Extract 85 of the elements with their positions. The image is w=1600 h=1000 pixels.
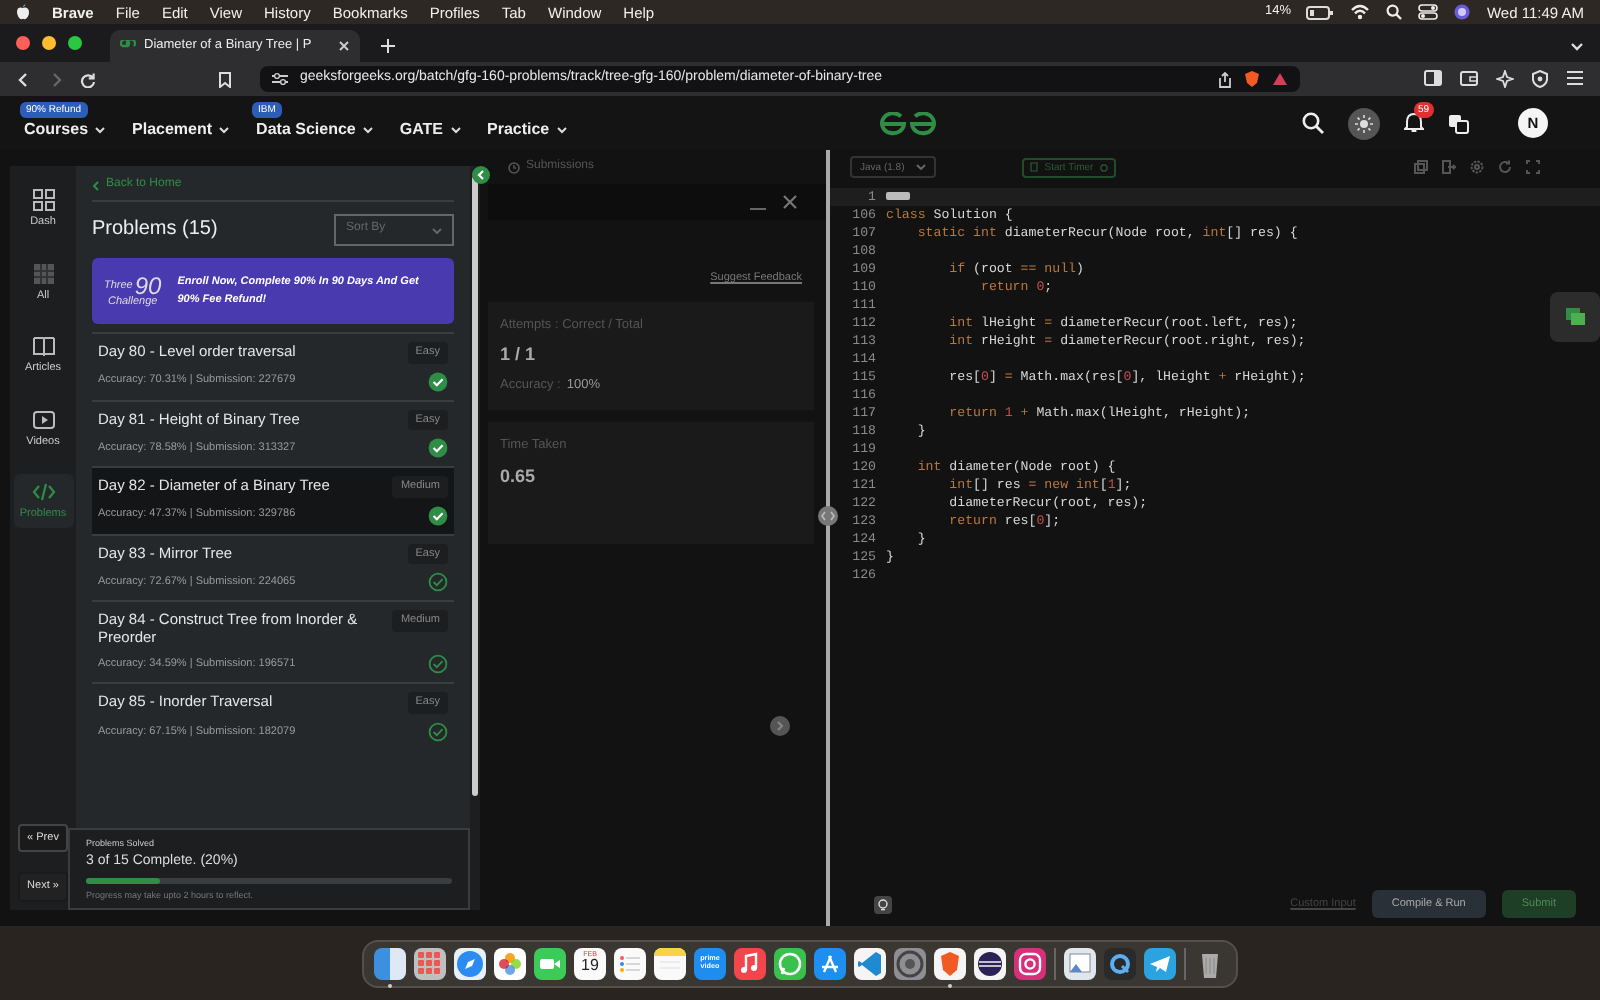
siri-icon[interactable] (1454, 4, 1471, 20)
app-icon[interactable] (1144, 947, 1176, 979)
wifi-icon[interactable] (1350, 4, 1371, 20)
app-icon[interactable] (774, 947, 806, 979)
search-icon[interactable] (1386, 4, 1403, 20)
chevron-down-icon (449, 125, 461, 133)
expand-button[interactable] (770, 716, 790, 736)
app-icon[interactable] (1064, 947, 1096, 979)
app-icon[interactable] (454, 947, 486, 979)
favicon-icon (120, 40, 136, 52)
apple-icon[interactable] (16, 4, 30, 20)
triangle-icon[interactable] (1272, 72, 1288, 86)
sparkle-icon[interactable] (1496, 70, 1514, 88)
problems-icon (31, 480, 55, 505)
collapse-button[interactable] (472, 166, 490, 184)
panel-title: Problems (15) (92, 218, 218, 242)
fold-marker[interactable] (886, 192, 910, 200)
caret-icon (432, 227, 442, 233)
bell-icon[interactable] (1404, 112, 1424, 134)
new-tab-icon[interactable] (380, 38, 396, 54)
chevron-left-icon (92, 180, 100, 192)
theme-toggle[interactable] (1348, 107, 1380, 139)
chevron-down-icon (555, 125, 568, 133)
battery-icon[interactable] (1306, 5, 1335, 19)
stat-value: 0.65 (500, 465, 538, 488)
app-icon[interactable] (614, 947, 646, 979)
menu-icon[interactable] (1566, 70, 1584, 86)
running-indicator (388, 983, 392, 987)
articles-icon (31, 334, 55, 359)
settings-icon[interactable] (1470, 160, 1484, 174)
chat-button[interactable] (1550, 292, 1600, 342)
app-icon[interactable] (1104, 947, 1136, 979)
share-icon[interactable] (1218, 71, 1232, 87)
app-icon[interactable] (494, 947, 526, 979)
copy-icon[interactable] (1414, 160, 1428, 174)
app-icon[interactable] (934, 947, 966, 979)
app-icon[interactable] (854, 947, 886, 979)
videos-icon (31, 407, 55, 432)
reload-icon[interactable] (80, 71, 96, 87)
sidebar-icon[interactable] (1424, 70, 1442, 86)
shield-icon[interactable] (1244, 70, 1260, 88)
chevron-down-icon (218, 125, 231, 133)
app-icon[interactable] (734, 947, 766, 979)
forward-icon[interactable] (48, 71, 64, 87)
fullscreen-icon[interactable] (1526, 160, 1540, 174)
chevron-down-icon (361, 125, 374, 133)
stat-value: 1 / 1 (500, 344, 538, 367)
close-tab-icon[interactable] (338, 40, 350, 52)
app-icon[interactable] (1014, 947, 1046, 979)
app-icon[interactable] (534, 947, 566, 979)
app-icon[interactable] (414, 947, 446, 979)
all-icon (31, 261, 55, 286)
banner-logo-number: 90 (134, 273, 162, 298)
translate-icon[interactable] (1448, 113, 1470, 133)
app-icon[interactable] (814, 947, 846, 979)
search-icon[interactable] (1302, 112, 1324, 134)
logo[interactable] (877, 111, 938, 135)
clock-icon (508, 161, 520, 173)
refresh-icon[interactable] (1498, 160, 1512, 174)
close-icon[interactable] (782, 194, 798, 210)
nav-menu[interactable]: Practice (487, 107, 568, 139)
chevron-down-icon (94, 125, 107, 133)
zoom-window-button[interactable] (68, 36, 82, 50)
tab-list-icon[interactable] (1570, 42, 1584, 52)
running-indicator (948, 983, 952, 987)
app-icon[interactable] (974, 947, 1006, 979)
app-icon[interactable] (374, 947, 406, 979)
bulb-icon[interactable] (874, 895, 892, 913)
wallet-icon[interactable] (1460, 70, 1478, 86)
export-icon[interactable] (1442, 160, 1456, 174)
minimize-window-button[interactable] (42, 36, 56, 50)
nav-menu[interactable]: Placement (132, 107, 231, 139)
timer-icon (1030, 162, 1039, 172)
bookmark-icon[interactable] (218, 71, 232, 87)
reset-icon (1099, 163, 1108, 171)
close-window-button[interactable] (16, 36, 30, 50)
vpn-icon[interactable] (1532, 70, 1548, 88)
back-icon[interactable] (16, 71, 32, 87)
control-center-icon[interactable] (1418, 4, 1439, 20)
calendar-day: 19 (581, 958, 599, 975)
caret-icon (916, 164, 927, 170)
dash-icon (31, 188, 55, 212)
app-icon[interactable] (654, 947, 686, 979)
site-settings-icon[interactable] (272, 72, 288, 86)
nav-menu[interactable]: GATE (399, 107, 461, 139)
